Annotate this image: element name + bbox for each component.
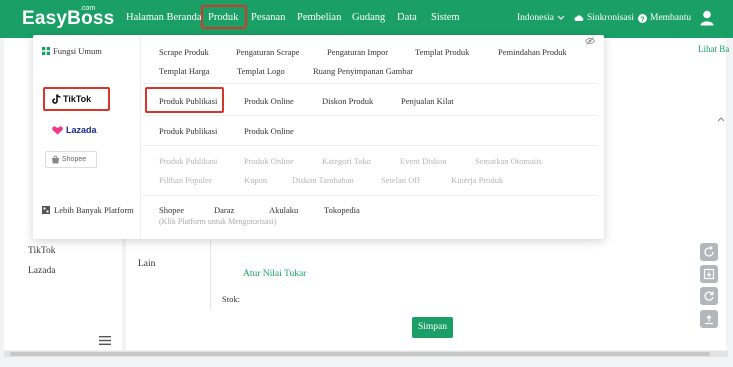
more-platforms-label: Lebih Banyak Platform	[54, 205, 134, 215]
export-float-button[interactable]	[700, 265, 718, 283]
link-shopee-diskon-tambahan: Diskon Tambahan	[292, 175, 354, 185]
menu-icon[interactable]	[99, 336, 111, 345]
link-scrape-produk[interactable]: Scrape Produk	[159, 47, 209, 57]
question-icon: ?	[638, 13, 647, 23]
chevron-up-icon[interactable]	[717, 116, 725, 122]
row-divider	[143, 115, 598, 116]
lihat-link[interactable]: Lihat Ba	[698, 44, 729, 54]
authorize-hint: (Klik Platform untuk Mengotorisasi)	[159, 217, 277, 226]
app-logo[interactable]: EasyBoss	[22, 8, 114, 30]
platform-column: Fungsi Umum TikTok Lazada Shopee Lebih B…	[33, 35, 140, 239]
nav-pembelian[interactable]: Pembelian	[297, 12, 341, 23]
link-shopee-setelan-off: Setelan Off	[381, 175, 420, 185]
help-button[interactable]: ? Membantu	[638, 13, 691, 23]
link-ruang-penyimpanan-gambar[interactable]: Ruang Penyimpanan Gambar	[313, 66, 413, 76]
link-more-akulaku[interactable]: Akulaku	[269, 205, 298, 215]
link-templat-logo[interactable]: Templat Logo	[237, 66, 285, 76]
lain-label: Lain	[138, 259, 156, 269]
general-functions-label: Fungsi Umum	[53, 46, 102, 56]
link-tiktok-diskon-produk[interactable]: Diskon Produk	[322, 96, 373, 106]
nav-home[interactable]: Halaman Beranda	[126, 12, 202, 23]
row-divider	[143, 145, 598, 146]
link-tiktok-produk-online[interactable]: Produk Online	[244, 96, 294, 106]
row-divider	[143, 83, 598, 84]
atur-nilai-tukar-link[interactable]: Atur Nilai Tukar	[243, 269, 306, 279]
link-shopee-kinerja-produk: Kinerja Produk	[451, 175, 504, 185]
refresh-float-button[interactable]	[700, 243, 718, 261]
export-icon	[703, 268, 715, 280]
cloud-icon	[574, 15, 584, 21]
tiktok-highlight-box	[43, 87, 110, 111]
language-label: Indonesia	[517, 13, 554, 23]
link-lazada-produk-publikasi[interactable]: Produk Publikasi	[159, 126, 217, 136]
platform-shopee[interactable]: Shopee	[45, 151, 97, 168]
app-logo-suffix: .com	[80, 5, 96, 12]
save-button[interactable]: Simpan	[412, 317, 453, 338]
nav-sistem[interactable]: Sistem	[431, 12, 460, 23]
sidebar-item-tiktok[interactable]: TikTok	[28, 246, 56, 256]
link-shopee-kategori-toko: Kategori Toko	[322, 156, 372, 166]
link-shopee-event-diskon: Event Diskon	[400, 156, 447, 166]
link-shopee-kupon: Kupon	[244, 175, 268, 185]
svg-text:?: ?	[640, 16, 644, 23]
eye-off-icon[interactable]	[585, 37, 595, 45]
nav-pesanan[interactable]: Pesanan	[251, 12, 285, 23]
user-icon[interactable]	[700, 10, 714, 26]
link-more-tokopedia[interactable]: Tokopedia	[324, 205, 360, 215]
sync-float-button[interactable]	[700, 287, 718, 305]
link-pengaturan-scrape[interactable]: Pengaturan Scrape	[236, 47, 300, 57]
link-tiktok-penjualan-kilat[interactable]: Penjualan Kilat	[401, 96, 454, 106]
grid-icon	[42, 47, 50, 55]
general-functions-tab[interactable]: Fungsi Umum	[42, 46, 102, 56]
language-selector[interactable]: Indonesia	[517, 13, 565, 23]
shopee-icon	[52, 155, 59, 164]
apps-icon	[42, 206, 50, 214]
link-more-daraz[interactable]: Daraz	[214, 205, 234, 215]
dropdown-column-divider	[140, 35, 141, 239]
lazada-icon	[52, 125, 63, 134]
link-pengaturan-impor[interactable]: Pengaturan Impor	[327, 47, 388, 57]
link-templat-produk[interactable]: Templat Produk	[415, 47, 469, 57]
chevron-down-icon	[557, 15, 565, 20]
content-divider	[210, 240, 211, 310]
link-templat-harga[interactable]: Templat Harga	[159, 66, 209, 76]
platform-lazada[interactable]: Lazada	[45, 120, 108, 140]
nav-data[interactable]: Data	[397, 12, 417, 23]
produk-publikasi-highlight-box	[145, 87, 224, 113]
link-shopee-sematkan-otomatis: Sematkan Otomatis	[475, 156, 542, 166]
link-shopee-produk-online: Produk Online	[244, 156, 294, 166]
help-label: Membantu	[650, 13, 692, 23]
link-shopee-produk-publikasi: Produk Publikasi	[159, 156, 218, 166]
stok-label: Stok:	[222, 294, 240, 304]
sync-label: Sinkronisasi	[587, 13, 634, 23]
link-lazada-produk-online[interactable]: Produk Online	[244, 126, 294, 136]
link-more-shopee[interactable]: Shopee	[159, 205, 184, 215]
link-pemindahan-produk[interactable]: Pemindahan Produk	[498, 47, 567, 57]
arrow-up-icon	[705, 315, 713, 325]
refresh-icon	[704, 246, 714, 257]
row-divider	[143, 195, 598, 196]
platform-lazada-label: Lazada	[66, 125, 97, 135]
sync-button[interactable]: Sinkronisasi	[574, 13, 634, 23]
rotate-icon	[704, 291, 714, 301]
platform-shopee-label: Shopee	[62, 156, 87, 163]
sidebar-item-lazada[interactable]: Lazada	[28, 266, 55, 276]
link-shopee-pilihan-populer: Pilihan Populer	[159, 175, 212, 185]
produk-highlight-box	[201, 5, 247, 29]
top-nav-bar: EasyBoss .com Halaman Beranda Produk Pes…	[0, 0, 733, 38]
nav-gudang[interactable]: Gudang	[352, 12, 385, 23]
scrollbar-thumb[interactable]	[10, 352, 710, 356]
scroll-top-float-button[interactable]	[700, 310, 718, 328]
more-platforms-tab[interactable]: Lebih Banyak Platform	[42, 205, 134, 215]
produk-dropdown-menu: Fungsi Umum TikTok Lazada Shopee Lebih B…	[33, 35, 604, 239]
